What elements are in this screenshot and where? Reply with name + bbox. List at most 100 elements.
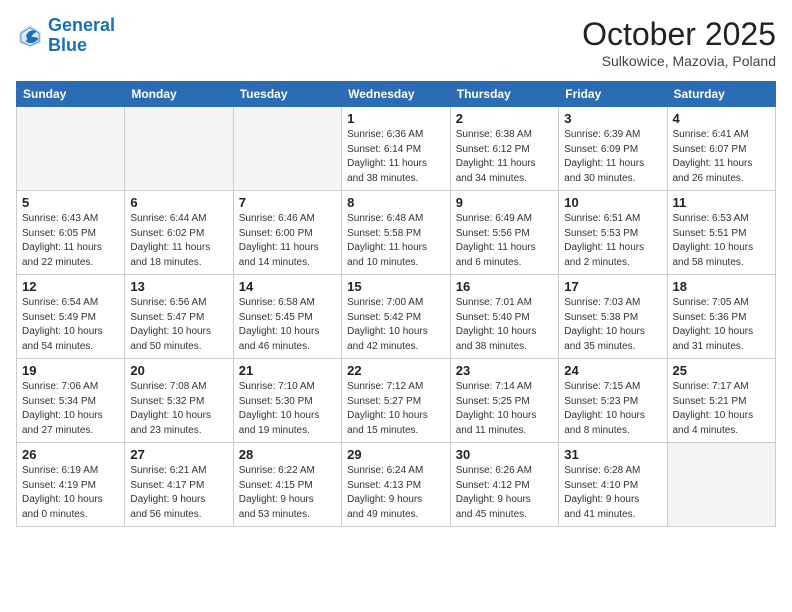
day-info: Sunrise: 7:10 AMSunset: 5:30 PMDaylight:…: [239, 380, 336, 438]
day-number: 19: [22, 363, 119, 378]
calendar-header-row: SundayMondayTuesdayWednesdayThursdayFrid…: [17, 82, 776, 107]
day-number: 6: [130, 195, 227, 210]
day-info: Sunrise: 6:44 AMSunset: 6:02 PMDaylight:…: [130, 212, 227, 270]
day-number: 30: [456, 447, 553, 462]
day-number: 20: [130, 363, 227, 378]
day-number: 12: [22, 279, 119, 294]
calendar-cell: 19 Sunrise: 7:06 AMSunset: 5:34 PMDayligh…: [17, 359, 125, 443]
day-info: Sunrise: 7:06 AMSunset: 5:34 PMDaylight:…: [22, 380, 119, 438]
day-info: Sunrise: 6:49 AMSunset: 5:56 PMDaylight:…: [456, 212, 553, 270]
calendar-cell: 23 Sunrise: 7:14 AMSunset: 5:25 PMDayligh…: [450, 359, 558, 443]
calendar-cell: 24 Sunrise: 7:15 AMSunset: 5:23 PMDayligh…: [559, 359, 667, 443]
day-number: 3: [564, 111, 661, 126]
page-header: General Blue October 2025 Sulkowice, Maz…: [16, 16, 776, 69]
day-info: Sunrise: 7:15 AMSunset: 5:23 PMDaylight:…: [564, 380, 661, 438]
day-number: 8: [347, 195, 445, 210]
calendar-table: SundayMondayTuesdayWednesdayThursdayFrid…: [16, 81, 776, 527]
day-number: 13: [130, 279, 227, 294]
day-number: 2: [456, 111, 553, 126]
calendar-week-row: 19 Sunrise: 7:06 AMSunset: 5:34 PMDayligh…: [17, 359, 776, 443]
calendar-cell: 2 Sunrise: 6:38 AMSunset: 6:12 PMDaylight…: [450, 107, 558, 191]
day-info: Sunrise: 6:26 AMSunset: 4:12 PMDaylight:…: [456, 464, 553, 522]
calendar-cell: 1 Sunrise: 6:36 AMSunset: 6:14 PMDaylight…: [342, 107, 451, 191]
day-number: 25: [673, 363, 771, 378]
weekday-header: Tuesday: [233, 82, 341, 107]
calendar-cell: 11 Sunrise: 6:53 AMSunset: 5:51 PMDayligh…: [667, 191, 776, 275]
location-subtitle: Sulkowice, Mazovia, Poland: [582, 53, 776, 69]
day-info: Sunrise: 6:48 AMSunset: 5:58 PMDaylight:…: [347, 212, 445, 270]
day-info: Sunrise: 7:05 AMSunset: 5:36 PMDaylight:…: [673, 296, 771, 354]
day-info: Sunrise: 6:21 AMSunset: 4:17 PMDaylight:…: [130, 464, 227, 522]
day-info: Sunrise: 7:00 AMSunset: 5:42 PMDaylight:…: [347, 296, 445, 354]
calendar-cell: 20 Sunrise: 7:08 AMSunset: 5:32 PMDayligh…: [125, 359, 233, 443]
title-block: October 2025 Sulkowice, Mazovia, Poland: [582, 16, 776, 69]
day-number: 26: [22, 447, 119, 462]
calendar-cell: 8 Sunrise: 6:48 AMSunset: 5:58 PMDaylight…: [342, 191, 451, 275]
day-number: 14: [239, 279, 336, 294]
day-number: 28: [239, 447, 336, 462]
day-number: 7: [239, 195, 336, 210]
calendar-cell: [233, 107, 341, 191]
month-title: October 2025: [582, 16, 776, 53]
day-info: Sunrise: 6:46 AMSunset: 6:00 PMDaylight:…: [239, 212, 336, 270]
day-number: 4: [673, 111, 771, 126]
day-info: Sunrise: 7:08 AMSunset: 5:32 PMDaylight:…: [130, 380, 227, 438]
calendar-cell: 16Sunrise: 7:01 AMSunset: 5:40 PMDayligh…: [450, 275, 558, 359]
day-number: 11: [673, 195, 771, 210]
weekday-header: Thursday: [450, 82, 558, 107]
weekday-header: Saturday: [667, 82, 776, 107]
calendar-week-row: 26 Sunrise: 6:19 AMSunset: 4:19 PMDayligh…: [17, 443, 776, 527]
calendar-cell: 22Sunrise: 7:12 AMSunset: 5:27 PMDayligh…: [342, 359, 451, 443]
day-number: 15: [347, 279, 445, 294]
day-number: 9: [456, 195, 553, 210]
calendar-cell: 25Sunrise: 7:17 AMSunset: 5:21 PMDayligh…: [667, 359, 776, 443]
day-info: Sunrise: 6:19 AMSunset: 4:19 PMDaylight:…: [22, 464, 119, 522]
calendar-cell: [17, 107, 125, 191]
logo-icon: [16, 22, 44, 50]
calendar-cell: 31Sunrise: 6:28 AMSunset: 4:10 PMDayligh…: [559, 443, 667, 527]
day-number: 21: [239, 363, 336, 378]
calendar-cell: 14 Sunrise: 6:58 AMSunset: 5:45 PMDayligh…: [233, 275, 341, 359]
day-info: Sunrise: 6:41 AMSunset: 6:07 PMDaylight:…: [673, 128, 771, 186]
day-info: Sunrise: 7:14 AMSunset: 5:25 PMDaylight:…: [456, 380, 553, 438]
day-number: 23: [456, 363, 553, 378]
day-info: Sunrise: 6:58 AMSunset: 5:45 PMDaylight:…: [239, 296, 336, 354]
logo-line2: Blue: [48, 35, 87, 55]
day-info: Sunrise: 6:38 AMSunset: 6:12 PMDaylight:…: [456, 128, 553, 186]
calendar-cell: 9 Sunrise: 6:49 AMSunset: 5:56 PMDaylight…: [450, 191, 558, 275]
day-number: 18: [673, 279, 771, 294]
day-info: Sunrise: 7:03 AMSunset: 5:38 PMDaylight:…: [564, 296, 661, 354]
calendar-cell: 6 Sunrise: 6:44 AMSunset: 6:02 PMDaylight…: [125, 191, 233, 275]
calendar-cell: 13Sunrise: 6:56 AMSunset: 5:47 PMDayligh…: [125, 275, 233, 359]
day-number: 10: [564, 195, 661, 210]
day-info: Sunrise: 6:43 AMSunset: 6:05 PMDaylight:…: [22, 212, 119, 270]
calendar-week-row: 5 Sunrise: 6:43 AMSunset: 6:05 PMDaylight…: [17, 191, 776, 275]
logo-line1: General: [48, 15, 115, 35]
day-number: 29: [347, 447, 445, 462]
day-info: Sunrise: 6:24 AMSunset: 4:13 PMDaylight:…: [347, 464, 445, 522]
weekday-header: Monday: [125, 82, 233, 107]
logo: General Blue: [16, 16, 115, 56]
calendar-cell: 27 Sunrise: 6:21 AMSunset: 4:17 PMDayligh…: [125, 443, 233, 527]
calendar-cell: 3Sunrise: 6:39 AMSunset: 6:09 PMDaylight…: [559, 107, 667, 191]
day-info: Sunrise: 6:22 AMSunset: 4:15 PMDaylight:…: [239, 464, 336, 522]
calendar-cell: 15 Sunrise: 7:00 AMSunset: 5:42 PMDayligh…: [342, 275, 451, 359]
day-info: Sunrise: 6:36 AMSunset: 6:14 PMDaylight:…: [347, 128, 445, 186]
calendar-cell: 28 Sunrise: 6:22 AMSunset: 4:15 PMDayligh…: [233, 443, 341, 527]
day-info: Sunrise: 6:53 AMSunset: 5:51 PMDaylight:…: [673, 212, 771, 270]
day-number: 27: [130, 447, 227, 462]
day-number: 5: [22, 195, 119, 210]
calendar-cell: 5 Sunrise: 6:43 AMSunset: 6:05 PMDaylight…: [17, 191, 125, 275]
calendar-cell: [125, 107, 233, 191]
calendar-cell: 30 Sunrise: 6:26 AMSunset: 4:12 PMDayligh…: [450, 443, 558, 527]
day-number: 31: [564, 447, 661, 462]
calendar-week-row: 1 Sunrise: 6:36 AMSunset: 6:14 PMDaylight…: [17, 107, 776, 191]
day-info: Sunrise: 7:01 AMSunset: 5:40 PMDaylight:…: [456, 296, 553, 354]
calendar-cell: [667, 443, 776, 527]
day-number: 24: [564, 363, 661, 378]
calendar-cell: 29 Sunrise: 6:24 AMSunset: 4:13 PMDayligh…: [342, 443, 451, 527]
day-number: 1: [347, 111, 445, 126]
calendar-cell: 10Sunrise: 6:51 AMSunset: 5:53 PMDayligh…: [559, 191, 667, 275]
day-info: Sunrise: 7:12 AMSunset: 5:27 PMDaylight:…: [347, 380, 445, 438]
calendar-cell: 12Sunrise: 6:54 AMSunset: 5:49 PMDayligh…: [17, 275, 125, 359]
